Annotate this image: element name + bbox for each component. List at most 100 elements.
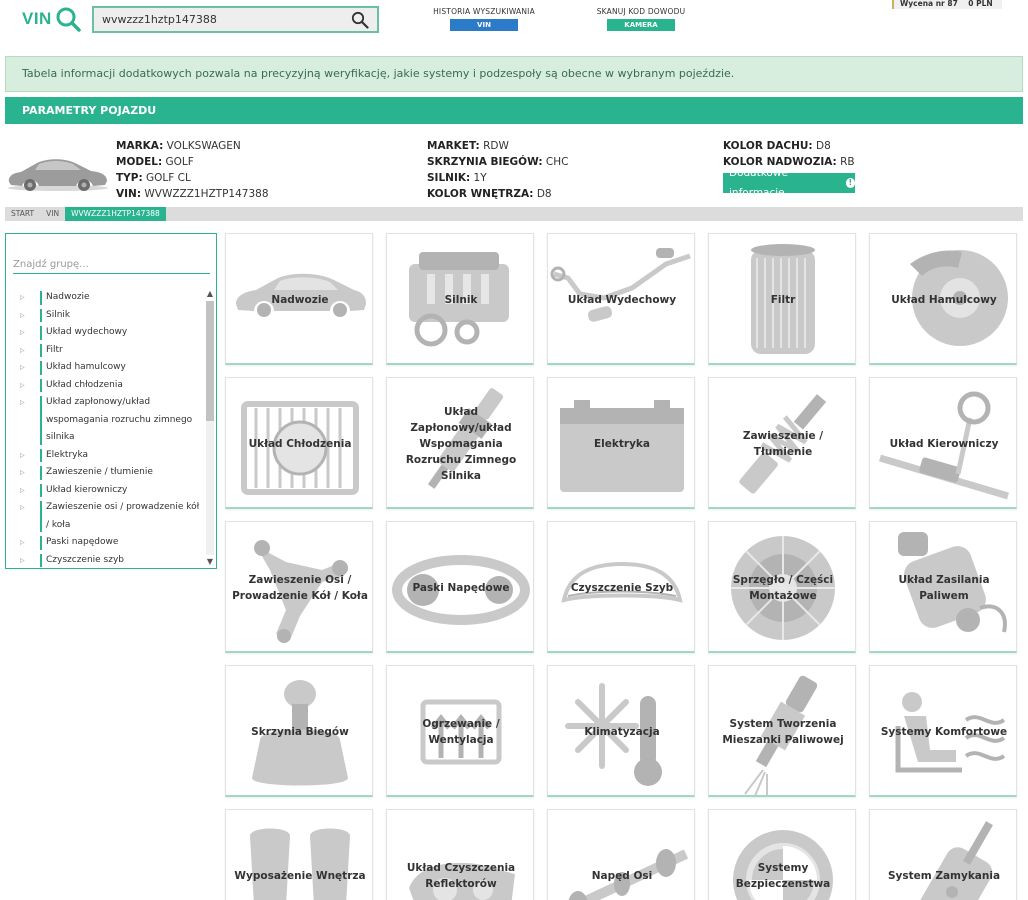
- sidebar-tree-item[interactable]: ▷ Elektryka: [6, 447, 202, 465]
- quote-value: 0 PLN: [968, 0, 993, 8]
- category-tile[interactable]: System Tworzenia Mieszanki Paliwowej: [708, 665, 856, 797]
- sidebar-tree-item[interactable]: ▷ Nadwozie: [6, 289, 202, 307]
- sidebar-tree-item[interactable]: ▷ Silnik: [6, 307, 202, 325]
- category-tile[interactable]: Skrzynia Biegów: [225, 665, 373, 797]
- tree-item-marker: [40, 291, 42, 305]
- scrollbar-thumb[interactable]: [206, 301, 214, 421]
- breadcrumb-start[interactable]: START: [5, 207, 40, 221]
- param-value: D8: [815, 140, 831, 152]
- tree-expand-icon[interactable]: ▷: [20, 377, 25, 395]
- sidebar-scrollbar[interactable]: ▲ ▼: [205, 289, 215, 567]
- param-value: GOLF CL: [146, 172, 191, 184]
- tree-expand-icon[interactable]: ▷: [20, 324, 25, 342]
- tree-expand-icon[interactable]: ▷: [20, 342, 25, 360]
- category-tile-label: Nadwozie: [271, 294, 329, 306]
- param-value: VOLKSWAGEN: [166, 140, 241, 152]
- chevron-up-icon[interactable]: ▲: [205, 289, 215, 299]
- sidebar-tree-item[interactable]: ▷ Układ hamulcowy: [6, 359, 202, 377]
- category-tile-label: Silnik: [444, 294, 478, 306]
- category-tile-label: Klimatyzacja: [584, 726, 660, 738]
- category-tile[interactable]: Zawieszenie Osi / Prowadzenie Kół / Koła: [225, 521, 373, 653]
- tree-expand-icon[interactable]: ▷: [20, 482, 25, 500]
- param-value: GOLF: [165, 156, 194, 168]
- tree-expand-icon[interactable]: ▷: [20, 359, 25, 377]
- category-tile-label: Wyposażenie Wnętrza: [234, 870, 366, 882]
- scan-document: SKANUJ KOD DOWODU KAMERA: [588, 7, 694, 31]
- category-tile[interactable]: Układ Hamulcowy: [869, 233, 1017, 365]
- sidebar-tree-item[interactable]: ▷ Układ zapłonowy/układ wspomagania rozru…: [6, 394, 202, 447]
- top-bar: VIN HISTORIA WYSZUKIWANIA VIN SKANUJ KOD…: [0, 0, 1028, 46]
- tree-item-label: Zawieszenie osi / prowadzenie kół / koła: [46, 502, 200, 530]
- info-banner: Tabela informacji dodatkowych pozwala na…: [5, 56, 1023, 92]
- category-tile[interactable]: Ogrzewanie / Wentylacja: [386, 665, 534, 797]
- params-column-2: MARKET: RDW SKRZYNIA BIEGÓW: CHC SILNIK:…: [427, 138, 568, 202]
- param-key: KOLOR WNĘTRZA:: [427, 188, 534, 200]
- magnifier-logo-icon: [55, 6, 81, 32]
- category-tile[interactable]: Wyposażenie Wnętrza: [225, 809, 373, 900]
- tree-expand-icon[interactable]: ▷: [20, 499, 25, 517]
- tree-expand-icon[interactable]: ▷: [20, 552, 25, 568]
- param-row: MARKA: VOLKSWAGEN: [116, 138, 269, 154]
- additional-info-button[interactable]: Dodatkowe informacje !: [723, 167, 855, 199]
- tree-expand-icon[interactable]: ▷: [20, 394, 25, 412]
- tree-expand-icon[interactable]: ▷: [20, 307, 25, 325]
- tree-item-label: Układ chłodzenia: [46, 379, 123, 390]
- vin-search-input[interactable]: [94, 8, 334, 31]
- group-search-input[interactable]: [13, 256, 210, 274]
- category-tile-label: Układ Czyszczenia Reflektorów: [406, 862, 516, 890]
- category-tile[interactable]: Filtr: [708, 233, 856, 365]
- category-tile[interactable]: Silnik: [386, 233, 534, 365]
- category-tile[interactable]: Systemy Bezpieczenstwa: [708, 809, 856, 900]
- category-tile[interactable]: Nadwozie: [225, 233, 373, 365]
- tree-item-marker: [40, 308, 42, 322]
- sidebar-tree-item[interactable]: ▷ Układ wydechowy: [6, 324, 202, 342]
- param-row: KOLOR DACHU: D8: [723, 138, 855, 154]
- sidebar-tree-item[interactable]: ▷ Układ kierowniczy: [6, 482, 202, 500]
- vin-logo[interactable]: VIN: [22, 6, 81, 32]
- category-tile[interactable]: Zawieszenie / Tłumienie: [708, 377, 856, 509]
- category-tile[interactable]: Układ Zapłonowy/układ Wspomagania Rozruc…: [386, 377, 534, 509]
- category-tile[interactable]: Napęd Osi: [547, 809, 695, 900]
- sidebar-tree-item[interactable]: ▷ Paski napędowe: [6, 534, 202, 552]
- breadcrumb-current[interactable]: WVWZZZ1HZTP147388: [65, 207, 166, 221]
- tree-expand-icon[interactable]: ▷: [20, 289, 25, 307]
- category-tile[interactable]: Elektryka: [547, 377, 695, 509]
- tree-expand-icon[interactable]: ▷: [20, 447, 25, 465]
- category-tile[interactable]: Układ Kierowniczy: [869, 377, 1017, 509]
- history-vin-button[interactable]: VIN: [450, 19, 518, 31]
- sidebar-tree-item[interactable]: ▷ Czyszczenie szyb: [6, 552, 202, 568]
- param-key: KOLOR DACHU:: [723, 140, 813, 152]
- tree-item-marker: [40, 326, 42, 340]
- category-tile[interactable]: Układ Wydechowy: [547, 233, 695, 365]
- category-tile[interactable]: Czyszczenie Szyb: [547, 521, 695, 653]
- search-icon[interactable]: [351, 11, 369, 29]
- category-tile[interactable]: Układ Czyszczenia Reflektorów: [386, 809, 534, 900]
- param-row: TYP: GOLF CL: [116, 170, 269, 186]
- chevron-down-icon[interactable]: ▼: [205, 557, 215, 567]
- tree-item-label: Układ kierowniczy: [46, 484, 128, 495]
- category-tile-label: Elektryka: [594, 438, 650, 450]
- category-tile-label: Układ Kierowniczy: [889, 438, 999, 450]
- tree-expand-icon[interactable]: ▷: [20, 534, 25, 552]
- category-tile[interactable]: Klimatyzacja: [547, 665, 695, 797]
- sidebar-tree-item[interactable]: ▷ Układ chłodzenia: [6, 377, 202, 395]
- group-sidebar: ▷ Nadwozie ▷ Silnik ▷ Układ wydechowy ▷ Filtr ▷ U…: [5, 233, 217, 569]
- category-tile[interactable]: Paski Napędowe: [386, 521, 534, 653]
- category-tile[interactable]: Systemy Komfortowe: [869, 665, 1017, 797]
- breadcrumb-vin[interactable]: VIN: [40, 207, 65, 221]
- param-row: MODEL: GOLF: [116, 154, 269, 170]
- sidebar-tree-item[interactable]: ▷ Zawieszenie / tłumienie: [6, 464, 202, 482]
- category-tile[interactable]: System Zamykania: [869, 809, 1017, 900]
- param-row: VIN: WVWZZZ1HZTP147388: [116, 186, 269, 202]
- camera-button[interactable]: KAMERA: [607, 19, 675, 31]
- category-tile[interactable]: Układ Chłodzenia: [225, 377, 373, 509]
- param-value: WVWZZZ1HZTP147388: [144, 188, 269, 200]
- category-tile[interactable]: Sprzęgło / Części Montażowe: [708, 521, 856, 653]
- tree-expand-icon[interactable]: ▷: [20, 464, 25, 482]
- sidebar-tree-item[interactable]: ▷ Filtr: [6, 342, 202, 360]
- category-tile[interactable]: Układ Zasilania Paliwem: [869, 521, 1017, 653]
- param-row: KOLOR WNĘTRZA: D8: [427, 186, 568, 202]
- sidebar-tree-item[interactable]: ▷ Zawieszenie osi / prowadzenie kół / koł…: [6, 499, 202, 534]
- quote-indicator[interactable]: Wycena nr 87 0 PLN: [892, 0, 1002, 9]
- car-silhouette-icon: [5, 152, 111, 192]
